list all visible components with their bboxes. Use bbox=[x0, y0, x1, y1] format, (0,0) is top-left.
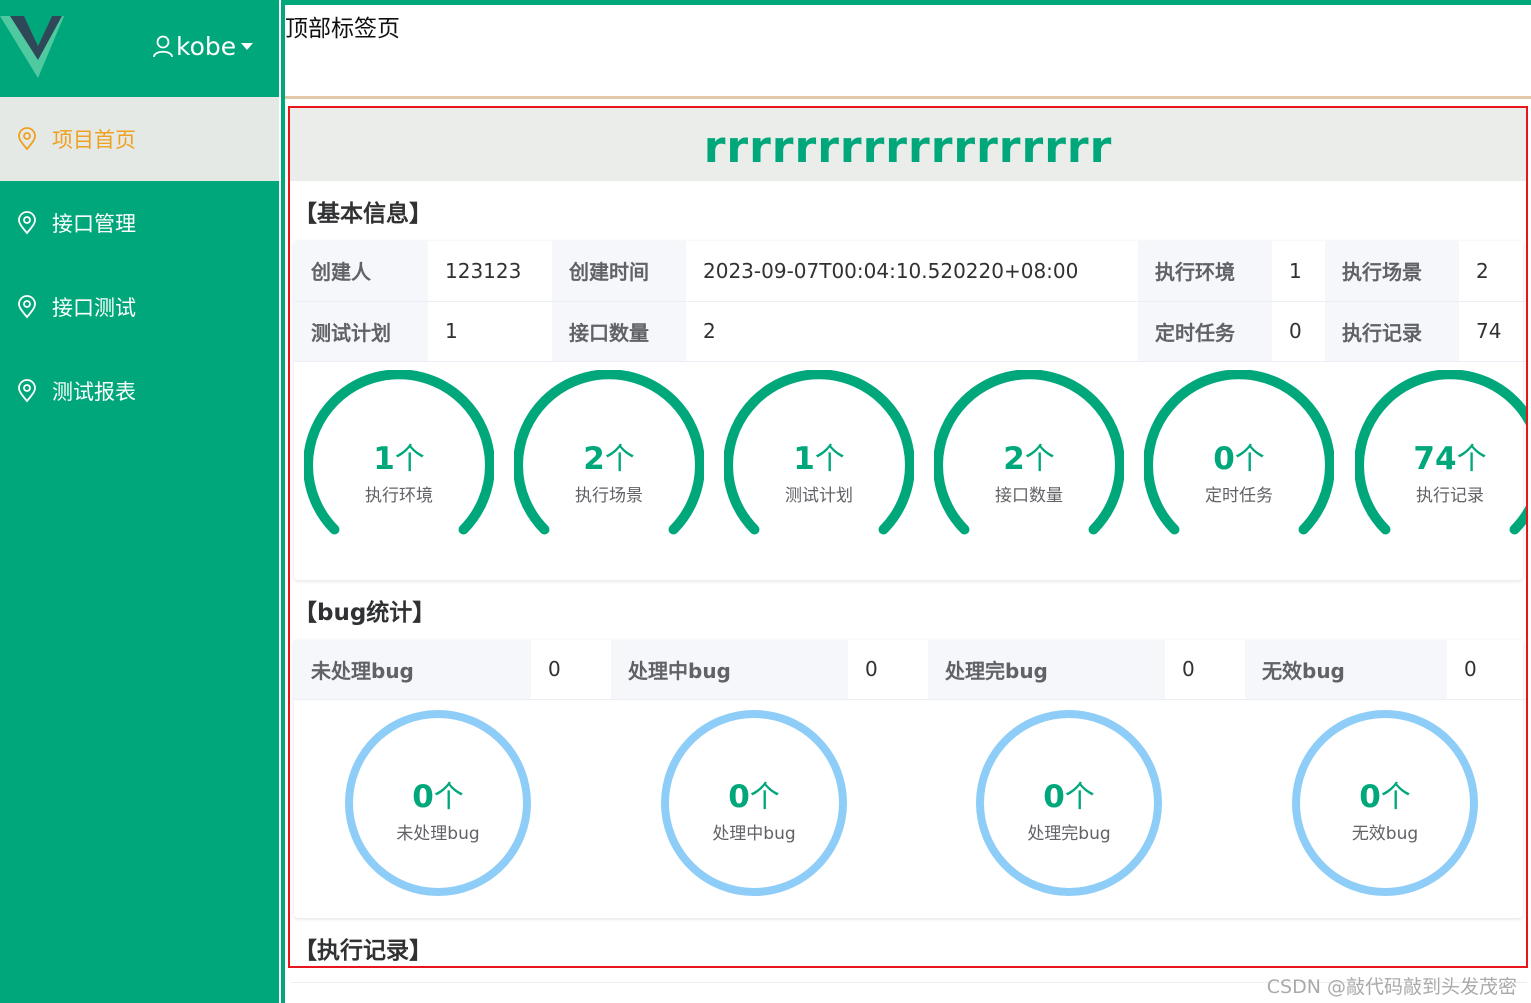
gauge-label: 无效bug bbox=[1351, 824, 1419, 844]
tabs-bar: 顶部标签页 bbox=[285, 5, 1531, 96]
scene-value: 2 bbox=[1459, 241, 1526, 302]
gauge-plan: 1个 测试计划 bbox=[724, 369, 914, 560]
sidebar-item-project-home[interactable]: 项目首页 bbox=[0, 97, 279, 181]
sidebar-item-api-test[interactable]: 接口测试 bbox=[0, 265, 279, 349]
bug-stats-title: 【bug统计】 bbox=[294, 599, 436, 626]
gauge-env: 1个 执行环境 bbox=[304, 369, 494, 560]
scene-label: 执行场景 bbox=[1325, 241, 1459, 302]
gauge-handled-bug: 0个 处理完bug bbox=[974, 708, 1164, 898]
create-time-label: 创建时间 bbox=[552, 241, 686, 302]
plan-value: 1 bbox=[428, 301, 552, 362]
basic-gauges: 1个 执行环境 2个 执行场景 1个 测试计划 2个 接口数量 0个 定时任务 … bbox=[294, 362, 1526, 580]
gauge-label: 处理完bug bbox=[1027, 824, 1111, 844]
records-label: 执行记录 bbox=[1325, 301, 1459, 362]
gauge-value: 2个 bbox=[1003, 440, 1055, 477]
sidebar-item-label: 测试报表 bbox=[52, 380, 136, 404]
sidebar-edge bbox=[281, 0, 285, 1003]
gauge-value: 74个 bbox=[1413, 440, 1487, 477]
user-icon bbox=[153, 35, 173, 58]
location-icon bbox=[18, 295, 36, 319]
gauge-label: 处理中bug bbox=[712, 824, 796, 844]
handling-bug-label: 处理中bug bbox=[611, 639, 848, 700]
unhandled-bug-label: 未处理bug bbox=[294, 639, 531, 700]
env-label: 执行环境 bbox=[1138, 241, 1272, 302]
gauge-value: 0个 bbox=[728, 779, 780, 815]
invalid-bug-label: 无效bug bbox=[1245, 639, 1447, 700]
exec-records-title: 【执行记录】 bbox=[294, 938, 432, 964]
location-icon bbox=[18, 211, 36, 235]
sidebar-item-api-management[interactable]: 接口管理 bbox=[0, 181, 279, 265]
vue-logo bbox=[0, 16, 64, 78]
gauge-handling-bug: 0个 处理中bug bbox=[659, 708, 849, 898]
gauge-label: 未处理bug bbox=[396, 824, 480, 844]
gauge-api-count: 2个 接口数量 bbox=[934, 369, 1124, 560]
invalid-bug-value: 0 bbox=[1447, 639, 1526, 700]
handled-bug-label: 处理完bug bbox=[928, 639, 1165, 700]
cron-label: 定时任务 bbox=[1138, 301, 1272, 362]
main-panel: rrrrrrrrrrrrrrrrrr 【基本信息】 创建人 123123 创建时… bbox=[288, 106, 1528, 968]
gauge-value: 2个 bbox=[583, 440, 635, 477]
bug-stats-table: 未处理bug 0 处理中bug 0 处理完bug 0 无效bug 0 bbox=[294, 639, 1526, 700]
creator-value: 123123 bbox=[428, 241, 552, 302]
gauge-label: 执行环境 bbox=[365, 485, 433, 506]
gauge-invalid-bug: 0个 无效bug bbox=[1290, 708, 1480, 898]
table-row: 测试计划 1 接口数量 2 定时任务 0 执行记录 74 bbox=[294, 301, 1526, 362]
api-count-value: 2 bbox=[686, 301, 1138, 362]
cron-value: 0 bbox=[1272, 301, 1325, 362]
unhandled-bug-value: 0 bbox=[531, 639, 611, 700]
project-title: rrrrrrrrrrrrrrrrrr bbox=[290, 108, 1526, 181]
gauge-unhandled-bug: 0个 未处理bug bbox=[343, 708, 533, 898]
tabs-underline bbox=[285, 96, 1531, 99]
sidebar: kobe 项目首页 接口管理 接口测试 测试报表 bbox=[0, 0, 279, 1003]
gauge-cron: 0个 定时任务 bbox=[1144, 369, 1334, 560]
sidebar-item-label: 接口测试 bbox=[52, 296, 136, 320]
tabs-title: 顶部标签页 bbox=[285, 16, 400, 42]
handled-bug-value: 0 bbox=[1165, 639, 1245, 700]
location-icon bbox=[18, 379, 36, 403]
gauge-label: 接口数量 bbox=[995, 485, 1063, 506]
table-row: 未处理bug 0 处理中bug 0 处理完bug 0 无效bug 0 bbox=[294, 639, 1526, 700]
table-row: 创建人 123123 创建时间 2023-09-07T00:04:10.5202… bbox=[294, 241, 1526, 302]
gauge-value: 0个 bbox=[1213, 440, 1265, 477]
plan-label: 测试计划 bbox=[294, 301, 428, 362]
gauge-label: 执行场景 bbox=[575, 485, 643, 506]
gauge-value: 0个 bbox=[412, 779, 464, 815]
basic-info-card: 创建人 123123 创建时间 2023-09-07T00:04:10.5202… bbox=[294, 241, 1526, 580]
user-dropdown[interactable]: kobe bbox=[152, 30, 254, 62]
records-value: 74 bbox=[1459, 301, 1526, 362]
env-value: 1 bbox=[1272, 241, 1325, 302]
gauge-label: 定时任务 bbox=[1205, 485, 1273, 506]
sidebar-item-test-report[interactable]: 测试报表 bbox=[0, 349, 279, 433]
gauge-label: 执行记录 bbox=[1416, 485, 1484, 506]
basic-info-title: 【基本信息】 bbox=[294, 201, 432, 227]
basic-info-table: 创建人 123123 创建时间 2023-09-07T00:04:10.5202… bbox=[294, 241, 1526, 362]
bug-gauges: 0个 未处理bug 0个 处理中bug 0个 处理完bug 0个 无效bug bbox=[294, 700, 1523, 918]
location-icon bbox=[18, 127, 36, 151]
gauge-scene: 2个 执行场景 bbox=[514, 369, 704, 560]
create-time-value: 2023-09-07T00:04:10.520220+08:00 bbox=[686, 241, 1138, 302]
watermark: CSDN @敲代码敲到头发茂密 bbox=[1266, 976, 1517, 998]
gauge-value: 1个 bbox=[793, 440, 845, 477]
creator-label: 创建人 bbox=[294, 241, 428, 302]
gauge-value: 1个 bbox=[373, 440, 425, 477]
api-count-label: 接口数量 bbox=[552, 301, 686, 362]
gauge-records: 74个 执行记录 bbox=[1355, 369, 1526, 560]
sidebar-menu: 项目首页 接口管理 接口测试 测试报表 bbox=[0, 97, 279, 433]
gauge-value: 0个 bbox=[1043, 779, 1095, 815]
sidebar-item-label: 项目首页 bbox=[52, 128, 136, 152]
bug-stats-card: 未处理bug 0 处理中bug 0 处理完bug 0 无效bug 0 0个 未处… bbox=[294, 639, 1526, 918]
gauge-value: 0个 bbox=[1359, 779, 1411, 815]
caret-down-icon bbox=[241, 43, 254, 50]
sidebar-item-label: 接口管理 bbox=[52, 212, 136, 236]
username: kobe bbox=[176, 31, 237, 61]
handling-bug-value: 0 bbox=[848, 639, 928, 700]
gauge-label: 测试计划 bbox=[785, 485, 853, 506]
